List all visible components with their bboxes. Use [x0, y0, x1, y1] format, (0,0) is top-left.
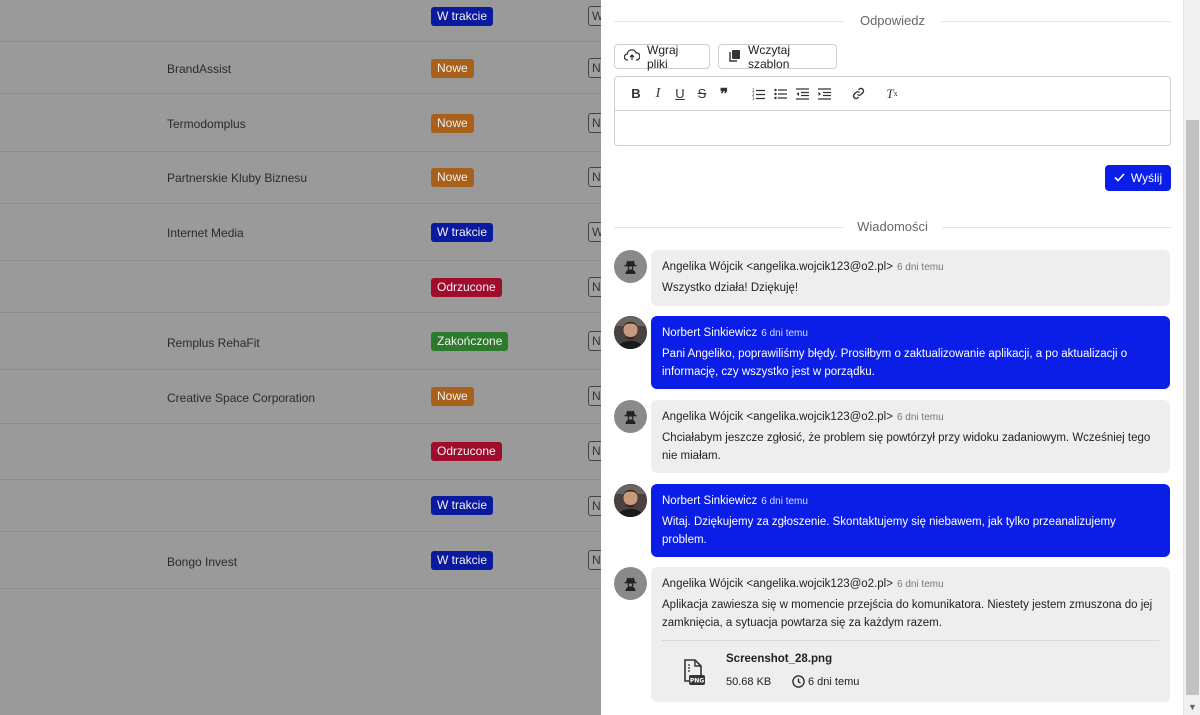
- ordered-list-icon[interactable]: 123: [747, 83, 769, 105]
- company-name: Creative Space Corporation: [167, 391, 316, 405]
- company-name: BrandAssist: [167, 62, 232, 76]
- message-time: 6 dni temu: [761, 496, 808, 507]
- underline-icon[interactable]: U: [669, 83, 691, 105]
- link-icon[interactable]: [847, 83, 869, 105]
- user-secret-icon: [624, 410, 637, 424]
- table-row: W trakcie N: [0, 480, 604, 532]
- message-author: Norbert Sinkiewicz: [662, 495, 758, 507]
- table-row: BrandAssist Nowe N: [0, 42, 604, 94]
- message-author: Angelika Wójcik <angelika.wojcik123@o2.p…: [662, 578, 893, 590]
- scrollbar-thumb[interactable]: [1186, 120, 1199, 695]
- cloud-upload-icon: [623, 49, 641, 64]
- message-bubble: Angelika Wójcik <angelika.wojcik123@o2.p…: [651, 250, 1170, 306]
- send-label: Wyślij: [1130, 171, 1163, 185]
- avatar: [614, 316, 647, 349]
- message-time: 6 dni temu: [896, 262, 944, 273]
- italic-icon[interactable]: I: [647, 83, 669, 105]
- indent-icon[interactable]: [813, 83, 835, 105]
- strikethrough-icon[interactable]: S: [691, 83, 713, 105]
- message-bubble: Angelika Wójcik <angelika.wojcik123@o2.p…: [651, 567, 1170, 702]
- table-row: Odrzucone N: [0, 424, 604, 480]
- table-row: Partnerskie Kluby Biznesu Nowe N: [0, 152, 604, 204]
- clock-icon: [792, 675, 805, 688]
- scrollbar[interactable]: ▼: [1183, 0, 1200, 715]
- user-secret-icon: [624, 260, 637, 274]
- upload-files-button[interactable]: Wgraj pliki: [614, 42, 710, 71]
- status-badge: Odrzucone: [431, 442, 502, 461]
- avatar: [614, 484, 647, 517]
- editor-toolbar: B I U S ❞ 123 Tx: [615, 77, 1170, 111]
- message-body: Pani Angeliko, poprawiliśmy błędy. Prosi…: [662, 348, 1128, 378]
- company-name: Internet Media: [167, 226, 244, 240]
- status-badge: W trakcie: [431, 7, 494, 26]
- status-badge: Nowe: [431, 168, 474, 187]
- message-body: Chciałabym jeszcze zgłosić, że problem s…: [662, 432, 1151, 462]
- table-row: W trakcie W: [0, 0, 604, 42]
- table-row: Bongo Invest W trakcie N: [0, 532, 604, 589]
- attachment[interactable]: PNG Screenshot_28.png 50.68 KB 6 dni tem…: [662, 640, 1159, 695]
- attachment-size: 50.68 KB: [726, 676, 772, 688]
- upload-files-label: Wgraj pliki: [647, 42, 679, 71]
- message-author: Angelika Wójcik <angelika.wojcik123@o2.p…: [662, 411, 893, 423]
- message-bubble: Norbert Sinkiewicz 6 dni temu Pani Angeli…: [651, 316, 1170, 389]
- status-badge: Nowe: [431, 59, 474, 78]
- bullet-list-icon[interactable]: [769, 83, 791, 105]
- reply-section-title: Odpowiedz: [614, 11, 1171, 31]
- send-button[interactable]: Wyślij: [1105, 165, 1171, 191]
- bold-icon[interactable]: B: [625, 83, 647, 105]
- background-table: W trakcie W BrandAssist Nowe N Termodomp…: [0, 0, 604, 715]
- status-badge: Odrzucone: [431, 278, 502, 297]
- file-type-label: PNG: [690, 678, 704, 685]
- message-body: Aplikacja zawiesza się w momencie przejś…: [662, 599, 1153, 629]
- messages-section-title: Wiadomości: [614, 217, 1171, 237]
- table-row: Creative Space Corporation Nowe N: [0, 370, 604, 424]
- png-file-icon: PNG: [682, 659, 706, 692]
- scroll-down-icon[interactable]: ▼: [1188, 702, 1197, 712]
- message-bubble: Norbert Sinkiewicz 6 dni temu Witaj. Dzię…: [651, 484, 1170, 557]
- status-badge: Zakończone: [431, 332, 509, 351]
- svg-text:3: 3: [752, 96, 755, 100]
- table-row: Remplus RehaFit Zakończone N: [0, 313, 604, 370]
- status-badge: W trakcie: [431, 496, 494, 515]
- table-row: Internet Media W trakcie W: [0, 204, 604, 261]
- user-secret-icon: [624, 577, 637, 591]
- quote-icon[interactable]: ❞: [713, 83, 735, 105]
- editor-content[interactable]: [615, 111, 1170, 145]
- attachment-name[interactable]: Screenshot_28.png: [726, 653, 832, 665]
- load-template-button[interactable]: Wczytaj szablon: [718, 42, 837, 71]
- attachment-time: 6 dni temu: [792, 675, 859, 688]
- message-time: 6 dni temu: [896, 579, 944, 590]
- ticket-panel: Odpowiedz Wgraj pliki Wczytaj szablon B …: [601, 0, 1200, 715]
- company-name: Bongo Invest: [167, 555, 238, 569]
- status-badge: W trakcie: [431, 223, 494, 242]
- message-author: Norbert Sinkiewicz: [662, 327, 758, 339]
- avatar: [614, 400, 647, 433]
- message-author: Angelika Wójcik <angelika.wojcik123@o2.p…: [662, 261, 893, 273]
- message-body: Witaj. Dziękujemy za zgłoszenie. Skontak…: [662, 516, 1116, 546]
- company-name: Partnerskie Kluby Biznesu: [167, 171, 308, 185]
- avatar: [614, 250, 647, 283]
- clear-format-icon[interactable]: Tx: [881, 83, 903, 105]
- load-template-label: Wczytaj szablon: [748, 42, 790, 71]
- messages-title: Wiadomości: [843, 219, 942, 234]
- message-body: Wszystko działa! Dziękuję!: [662, 282, 799, 294]
- message-time: 6 dni temu: [896, 412, 944, 423]
- company-name: Remplus RehaFit: [167, 336, 260, 350]
- reply-editor: B I U S ❞ 123 Tx: [614, 76, 1171, 146]
- table-row: Odrzucone N: [0, 261, 604, 313]
- copy-icon: [728, 49, 741, 65]
- attachment-time-text: 6 dni temu: [808, 675, 860, 688]
- check-icon: [1114, 171, 1125, 185]
- table-row: Termodomplus Nowe N: [0, 94, 604, 152]
- status-badge: Nowe: [431, 387, 474, 406]
- status-badge: Nowe: [431, 114, 474, 133]
- message-bubble: Angelika Wójcik <angelika.wojcik123@o2.p…: [651, 400, 1170, 473]
- company-name: Termodomplus: [167, 117, 246, 131]
- message-time: 6 dni temu: [761, 328, 808, 339]
- outdent-icon[interactable]: [791, 83, 813, 105]
- avatar: [614, 567, 647, 600]
- reply-title: Odpowiedz: [845, 13, 940, 28]
- status-badge: W trakcie: [431, 551, 494, 570]
